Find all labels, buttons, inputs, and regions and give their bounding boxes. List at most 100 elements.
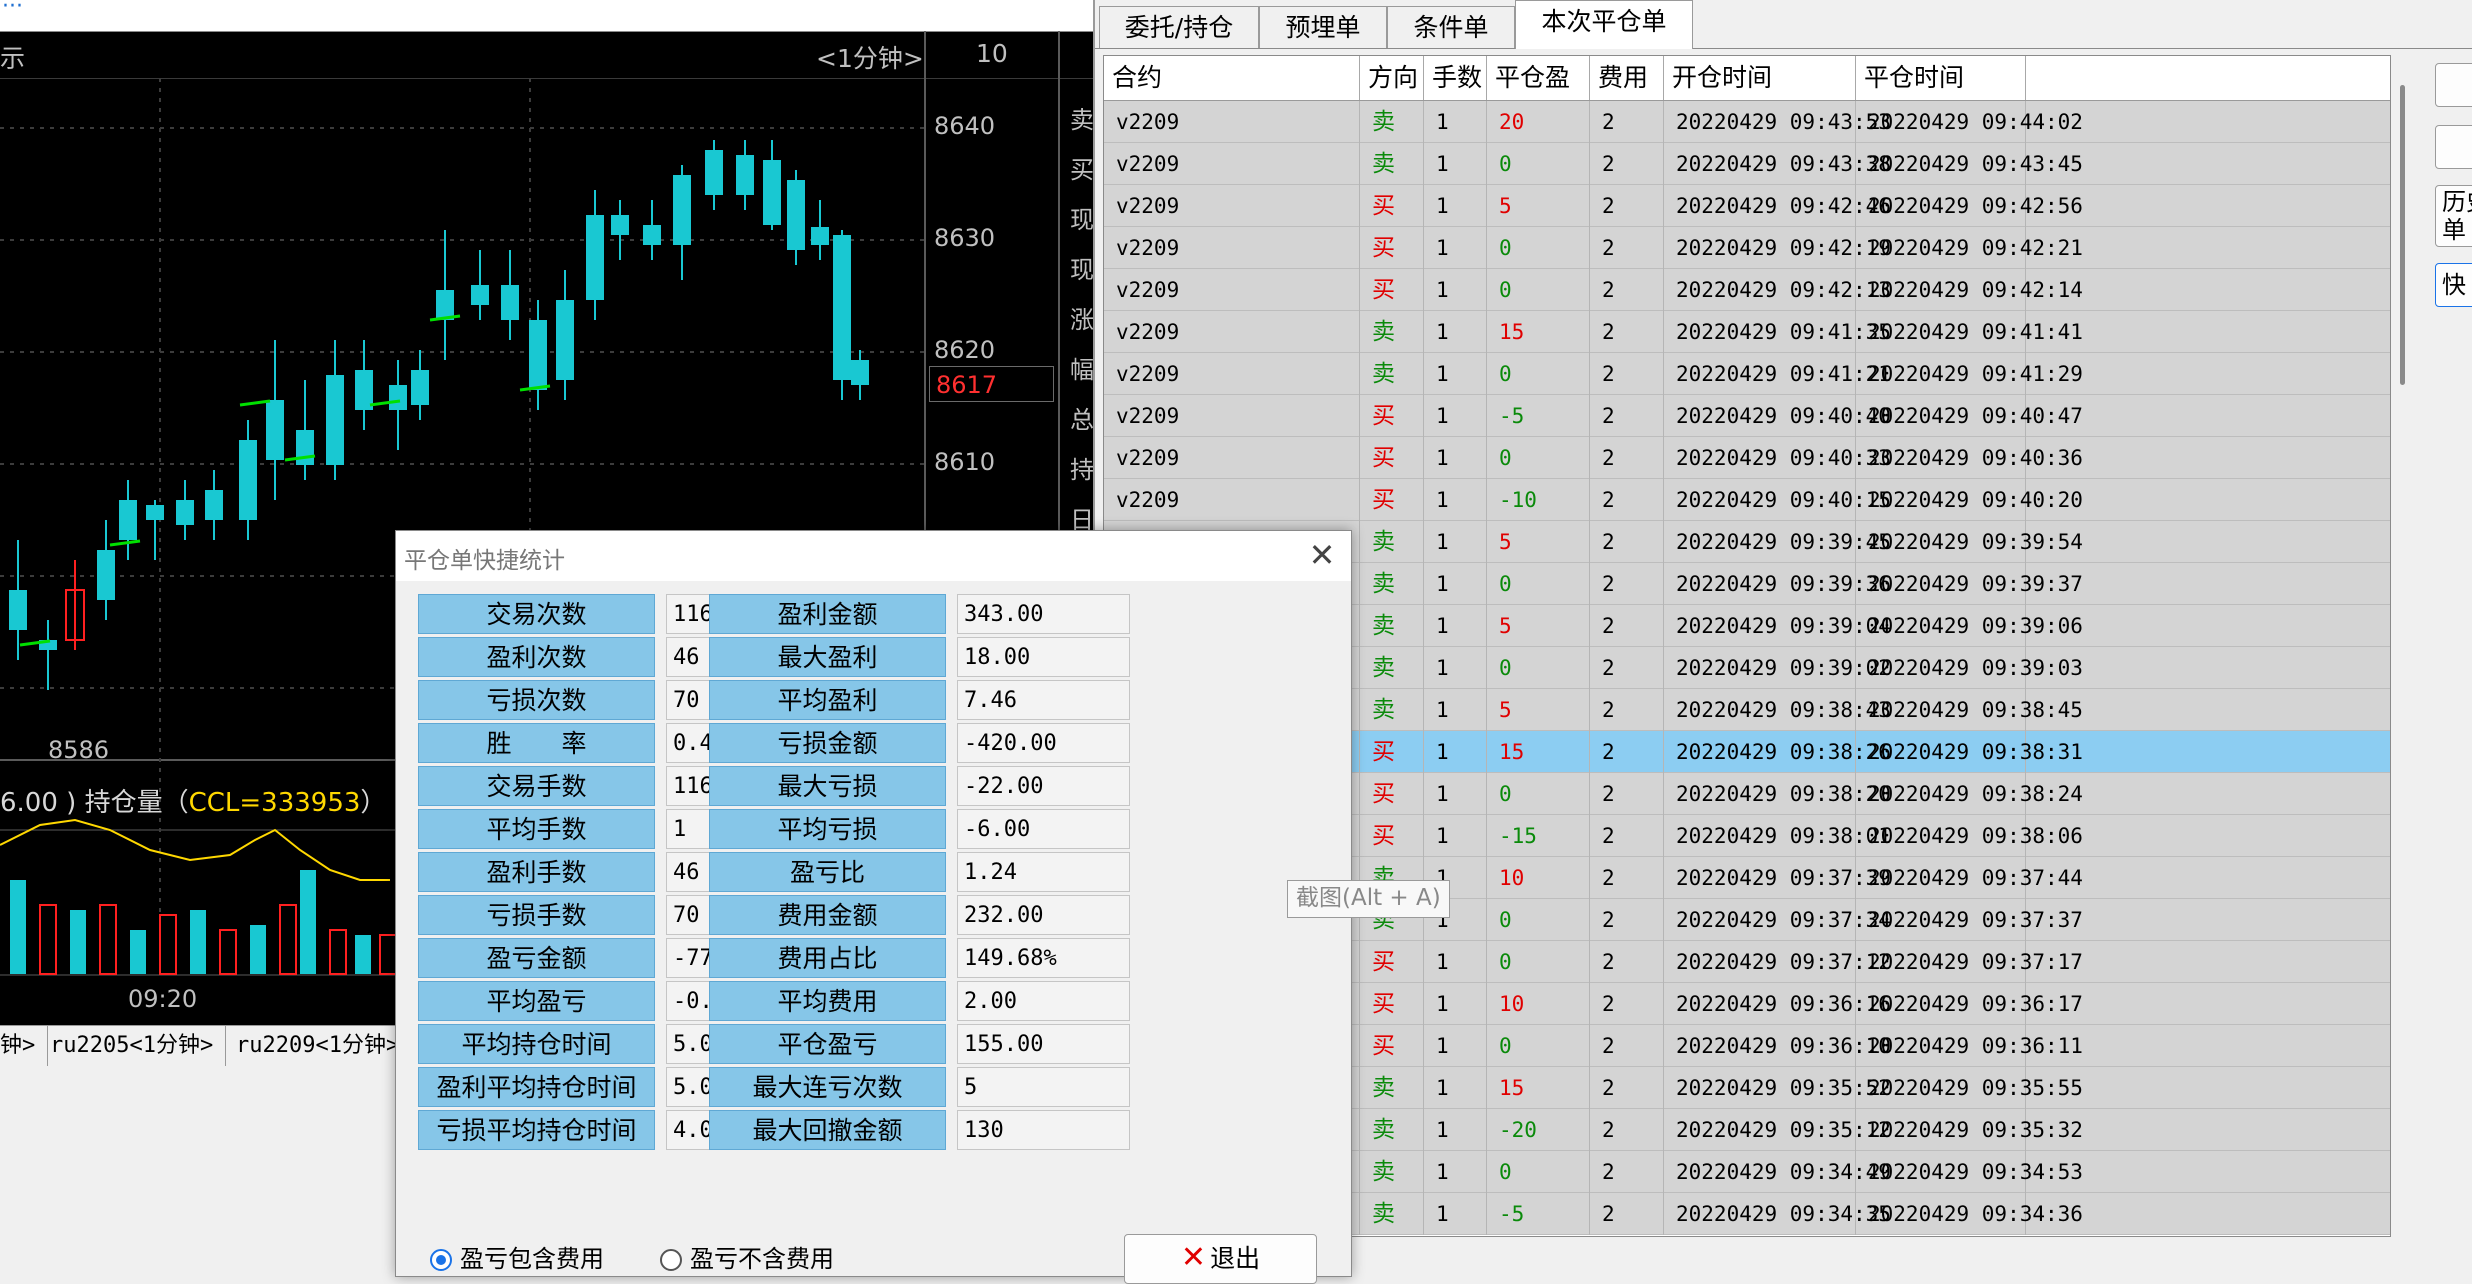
table-cell: 20 xyxy=(1487,101,1590,143)
quote-strip: 卖 买 现 现 涨 幅 总 持 日 xyxy=(1070,100,1094,550)
table-cell: 20220429 09:34:49 xyxy=(1664,1151,1891,1193)
candle-body xyxy=(389,385,407,410)
radio-include-fees[interactable]: 盈亏包含费用 xyxy=(430,1239,604,1274)
table-cell: 买 xyxy=(1360,437,1424,479)
close-icon[interactable]: ✕ xyxy=(1304,537,1340,573)
table-row[interactable]: v2209 买 1 -10 2 20220429 09:40:15 20220429 09:… xyxy=(1104,479,2390,521)
table-cell: 0 xyxy=(1487,353,1590,395)
tab-preset-orders[interactable]: 预埋单 xyxy=(1259,6,1387,48)
table-cell: 20220429 09:40:47 xyxy=(1856,395,2083,437)
radio-exclude-fees[interactable]: 盈亏不含费用 xyxy=(660,1239,834,1274)
column-header[interactable]: 合约 xyxy=(1104,56,1360,100)
price-tick-label: 8640 xyxy=(934,112,996,140)
table-cell: 20220429 09:40:40 xyxy=(1664,395,1891,437)
volume-bar xyxy=(279,904,297,975)
table-cell: 2 xyxy=(1590,143,1664,185)
table-cell: 2 xyxy=(1590,479,1664,521)
table-cell: 20220429 09:40:36 xyxy=(1856,437,2083,479)
signal-mark xyxy=(429,314,461,322)
signal-mark xyxy=(109,539,141,547)
table-cell: v2209 xyxy=(1104,143,1360,185)
table-cell: 卖 xyxy=(1360,311,1424,353)
side-button[interactable] xyxy=(2435,63,2472,107)
table-cell: 2 xyxy=(1590,899,1664,941)
column-header[interactable]: 手数 xyxy=(1424,56,1487,100)
table-cell: 1 xyxy=(1424,1025,1487,1067)
table-row[interactable]: v2209 买 1 -5 2 20220429 09:40:40 20220429 09:4… xyxy=(1104,395,2390,437)
column-header[interactable]: 方向 xyxy=(1360,56,1424,100)
stat-value: -420.00 xyxy=(957,723,1130,763)
indicator-prefix: 6.00 ) 持仓量（ xyxy=(0,788,189,818)
stat-label: 盈利平均持仓时间 xyxy=(418,1067,655,1107)
table-cell: 买 xyxy=(1360,395,1424,437)
table-row[interactable]: v2209 买 1 0 2 20220429 09:40:33 20220429 09:40… xyxy=(1104,437,2390,479)
price-tick-label: 8610 xyxy=(934,448,996,476)
table-row[interactable]: v2209 买 1 0 2 20220429 09:42:19 20220429 09:42… xyxy=(1104,227,2390,269)
table-row[interactable]: v2209 买 1 0 2 20220429 09:42:13 20220429 09:42… xyxy=(1104,269,2390,311)
table-cell: 20220429 09:38:31 xyxy=(1856,731,2083,773)
dialog-title: 平仓单快捷统计 xyxy=(404,548,565,574)
stat-label: 平均手数 xyxy=(418,809,655,849)
candle-body xyxy=(296,430,314,465)
table-cell: v2209 xyxy=(1104,227,1360,269)
table-cell: 20220429 09:34:35 xyxy=(1664,1193,1891,1235)
candle-body xyxy=(611,215,629,235)
indicator-suffix: ） xyxy=(360,788,387,818)
stat-label: 最大亏损 xyxy=(709,766,946,806)
table-cell: 5 xyxy=(1487,521,1590,563)
table-row[interactable]: v2209 卖 1 0 2 20220429 09:43:38 20220429 09:43… xyxy=(1104,143,2390,185)
candle-body xyxy=(436,290,454,320)
chart-tab[interactable]: ru2205<1分钟> xyxy=(38,1026,227,1066)
table-cell: 2 xyxy=(1590,1067,1664,1109)
quote-strip-char: 现 xyxy=(1070,256,1094,284)
chart-tab[interactable]: ru2209<1分钟> xyxy=(224,1026,413,1066)
table-cell: 买 xyxy=(1360,731,1424,773)
table-cell: 15 xyxy=(1487,731,1590,773)
column-header[interactable]: 平仓时间 xyxy=(1856,56,2026,100)
table-cell: 1 xyxy=(1424,689,1487,731)
table-cell: 2 xyxy=(1590,269,1664,311)
tab-closed-orders[interactable]: 本次平仓单 xyxy=(1515,0,1693,49)
candle-body xyxy=(586,215,604,300)
table-cell: 20220429 09:37:37 xyxy=(1856,899,2083,941)
candle-body xyxy=(833,235,851,380)
tab-conditional-orders[interactable]: 条件单 xyxy=(1387,6,1515,48)
history-orders-button[interactable]: 历史单 xyxy=(2435,185,2472,247)
scrollbar-thumb[interactable] xyxy=(2400,85,2405,385)
table-scrollbar[interactable] xyxy=(2396,55,2410,1235)
side-button[interactable] xyxy=(2435,125,2472,169)
table-row[interactable]: v2209 卖 1 0 2 20220429 09:41:21 20220429 09:41… xyxy=(1104,353,2390,395)
quote-strip-char: 卖 xyxy=(1070,106,1094,134)
exit-button[interactable]: ✕ 退出 xyxy=(1124,1234,1317,1284)
stat-label: 平均盈亏 xyxy=(418,981,655,1021)
table-row[interactable]: v2209 买 1 5 2 20220429 09:42:46 20220429 09:42… xyxy=(1104,185,2390,227)
table-cell: 卖 xyxy=(1360,647,1424,689)
table-cell: 20220429 09:39:45 xyxy=(1664,521,1891,563)
table-cell: 卖 xyxy=(1360,1151,1424,1193)
tab-orders-positions[interactable]: 委托/持仓 xyxy=(1099,6,1259,48)
stat-label: 最大连亏次数 xyxy=(709,1067,946,1107)
table-row[interactable]: v2209 卖 1 15 2 20220429 09:41:35 20220429 09:4… xyxy=(1104,311,2390,353)
time-axis-label: 09:20 xyxy=(128,985,198,1013)
stat-label: 亏损金额 xyxy=(709,723,946,763)
candle-body xyxy=(9,590,27,630)
table-cell: 20220429 09:36:16 xyxy=(1664,983,1891,1025)
column-header[interactable]: 开仓时间 xyxy=(1664,56,1856,100)
quote-strip-char: 涨 xyxy=(1070,306,1094,334)
table-cell: 5 xyxy=(1487,185,1590,227)
column-header[interactable]: 费用 xyxy=(1590,56,1664,100)
table-row[interactable]: v2209 卖 1 20 2 20220429 09:43:53 20220429 09:4… xyxy=(1104,101,2390,143)
table-cell: -5 xyxy=(1487,1193,1590,1235)
table-cell: 1 xyxy=(1424,479,1487,521)
quick-button[interactable]: 快 xyxy=(2435,263,2472,307)
table-cell: 20220429 09:38:45 xyxy=(1856,689,2083,731)
stat-label: 盈利金额 xyxy=(709,594,946,634)
table-cell: 20220429 09:41:29 xyxy=(1856,353,2083,395)
column-header[interactable]: 平仓盈亏 xyxy=(1487,56,1590,136)
table-cell: 0 xyxy=(1487,647,1590,689)
table-cell: 卖 xyxy=(1360,563,1424,605)
table-cell: 卖 xyxy=(1360,1109,1424,1151)
table-cell: 1 xyxy=(1424,143,1487,185)
table-cell: 0 xyxy=(1487,899,1590,941)
table-cell: 1 xyxy=(1424,563,1487,605)
